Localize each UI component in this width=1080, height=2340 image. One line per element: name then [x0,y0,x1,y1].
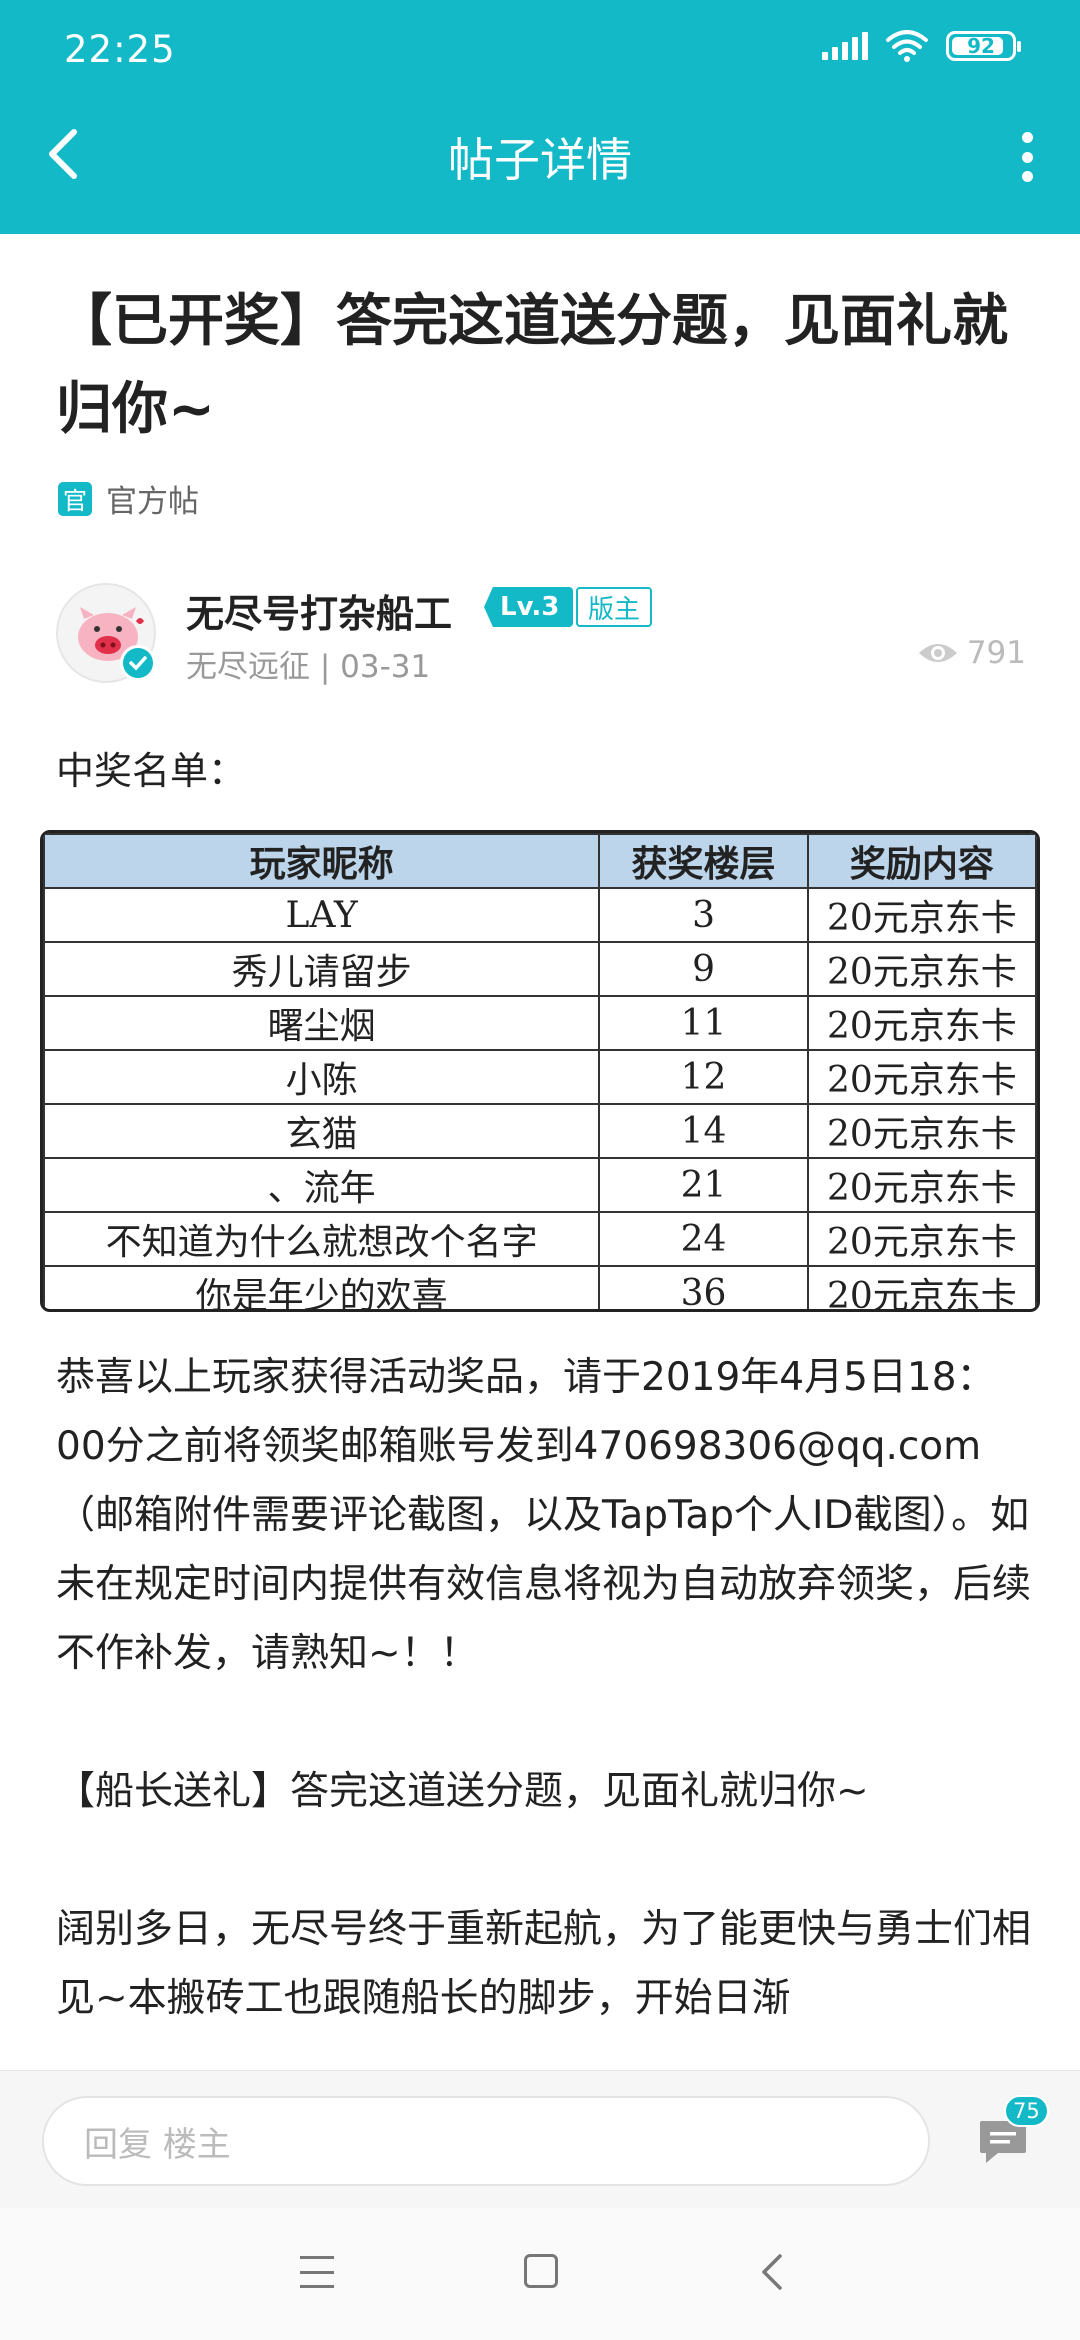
table-cell: 20元京东卡 [806,1157,1037,1213]
eye-icon [918,644,957,662]
winners-heading: 中奖名单： [56,749,247,793]
reply-bar: 回复 楼主 75 [0,2070,1080,2208]
table-row: 玄猫 14 20元京东卡 [43,1103,1037,1159]
table-row: 曙尘烟 11 20元京东卡 [43,995,1037,1051]
battery-icon: 92 [946,31,1021,61]
table-cell: 20元京东卡 [806,1103,1037,1159]
table-cell: 秀儿请留步 [43,941,601,997]
table-cell: 14 [598,1103,809,1159]
post-meta: 无尽远征 | 03-31 [186,649,431,685]
table-row: 你是年少的欢喜 36 20元京东卡 [43,1265,1037,1309]
body-paragraph: 【船长送礼】答完这道送分题，见面礼就归你~ [56,1769,869,1814]
table-cell: 20元京东卡 [806,887,1037,943]
table-cell: 20元京东卡 [806,1049,1037,1105]
body-paragraph: 阔别多日，无尽号终于重新起航，为了能更快与勇士们相见~本搬砖工也跟随船长的脚步，… [56,1907,1032,2021]
level-badge: Lv.3 [484,587,574,627]
comment-count-badge: 75 [1004,2095,1049,2127]
column-header: 玩家昵称 [43,833,601,889]
table-cell: 不知道为什么就想改个名字 [43,1211,601,1267]
column-header: 奖励内容 [806,833,1037,889]
wifi-icon [886,30,928,62]
verified-icon [120,645,156,681]
table-row: 、流年 21 20元京东卡 [43,1157,1037,1213]
author-name[interactable]: 无尽号打杂船工 [186,583,452,638]
table-header-row: 玩家昵称 获奖楼层 奖励内容 [43,833,1037,889]
status-time: 22:25 [64,28,176,71]
top-bar: 22:25 92 帖子详情 [0,0,1080,234]
table-cell: 20元京东卡 [806,1265,1037,1309]
table-cell: 、流年 [43,1157,601,1213]
official-badge: 官 [58,481,92,516]
table-cell: 20元京东卡 [806,1211,1037,1267]
column-header: 获奖楼层 [598,833,809,889]
recent-apps-icon[interactable] [300,2256,334,2288]
view-count: 791 [917,635,1026,671]
system-nav-bar [0,2208,1080,2340]
table-row: 不知道为什么就想改个名字 24 20元京东卡 [43,1211,1037,1267]
table-row: LAY 3 20元京东卡 [43,887,1037,943]
table-cell: 20元京东卡 [806,995,1037,1051]
table-cell: 3 [598,887,809,943]
official-label: 官方帖 [106,484,199,520]
winners-table: 玩家昵称 获奖楼层 奖励内容 LAY 3 20元京东卡 秀儿请留步 9 20元京… [43,833,1037,1309]
nav-back-icon[interactable] [756,2252,790,2292]
body-paragraph: 恭喜以上玩家获得活动奖品，请于2019年4月5日18：00分之前将领奖邮箱账号发… [56,1355,1032,1676]
home-icon[interactable] [524,2254,558,2288]
table-cell: 曙尘烟 [43,995,601,1051]
status-icons: 92 [822,30,1021,62]
page-title: 帖子详情 [448,133,632,187]
post-title: 【已开奖】答完这道送分题，见面礼就归你~ [56,289,1008,442]
table-cell: 11 [598,995,809,1051]
table-cell: LAY [43,887,601,943]
winners-table-image[interactable]: 玩家昵称 获奖楼层 奖励内容 LAY 3 20元京东卡 秀儿请留步 9 20元京… [40,830,1040,1312]
battery-level: 92 [967,34,995,58]
moderator-badge: 版主 [576,587,653,627]
table-cell: 20元京东卡 [806,941,1037,997]
post-body: 恭喜以上玩家获得活动奖品，请于2019年4月5日18：00分之前将领奖邮箱账号发… [56,1343,1036,2033]
more-vertical-icon[interactable] [1020,132,1034,182]
view-count-value: 791 [966,635,1026,671]
author-info: 无尽号打杂船工 Lv.3 版主 无尽远征 | 03-31 791 [56,583,1026,685]
official-post-tag: 官 官方帖 [58,476,199,521]
reply-input[interactable]: 回复 楼主 [42,2096,930,2186]
table-cell: 12 [598,1049,809,1105]
table-cell: 21 [598,1157,809,1213]
signal-icon [822,32,868,60]
table-cell: 9 [598,941,809,997]
table-cell: 你是年少的欢喜 [43,1265,601,1309]
table-cell: 玄猫 [43,1103,601,1159]
table-cell: 24 [598,1211,809,1267]
table-row: 秀儿请留步 9 20元京东卡 [43,941,1037,997]
table-cell: 36 [598,1265,809,1309]
table-cell: 小陈 [43,1049,601,1105]
table-row: 小陈 12 20元京东卡 [43,1049,1037,1105]
